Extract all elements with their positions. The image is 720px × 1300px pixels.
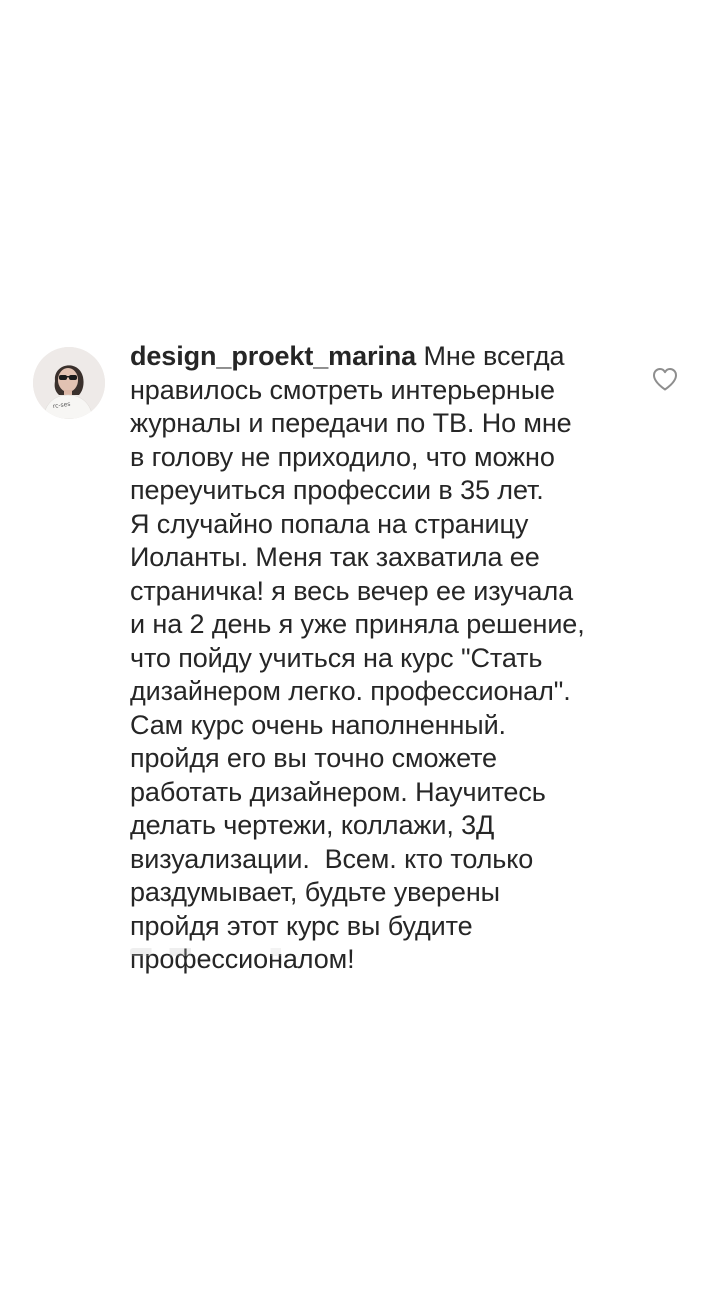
comment-text: design_proekt_marina Мне всегда нравилос… [130, 340, 610, 977]
comment-line: Сам курс очень наполненный. [130, 709, 506, 740]
heart-outline-icon [653, 368, 677, 391]
comment-line: нравилось смотреть интерьерные [130, 374, 555, 405]
comment-line: раздумывает, будьте уверены [130, 877, 500, 907]
comment-line: Я случайно попала на страницу [130, 508, 529, 539]
avatar-photo: rc-ses [33, 347, 105, 419]
comment-line-text: Мне всегда [423, 341, 565, 371]
comment-line: переучиться профессии в 35 лет. [130, 475, 544, 505]
comment-line: и на 2 день я уже приняла решение, [130, 609, 585, 639]
comment-meta-faded [130, 948, 310, 956]
comment-line: пройдя этот курс вы будите [130, 910, 473, 941]
avatar[interactable]: rc-ses [33, 347, 105, 419]
comment-line: пройдя его вы точно сможете [130, 743, 497, 773]
comment-line: Иоланты. Меня так захватила ее [130, 542, 540, 572]
comment-line: что пойду учиться на курс "Стать [130, 642, 543, 673]
comment-item: rc-ses design_proekt_marina Мне всегда н… [33, 340, 693, 980]
comment-line: design_proekt_marina Мне всегда [130, 340, 610, 374]
comment-line: страничка! я весь вечер ее изучала [130, 575, 574, 606]
comment-line: дизайнером легко. профессионал". [130, 676, 571, 706]
like-button[interactable] [651, 366, 679, 392]
comment-line: делать чертежи, коллажи, 3Д [130, 810, 495, 840]
comment-line: визуализации. Всем. кто только [130, 843, 534, 874]
comment-line: работать дизайнером. Научитесь [130, 776, 546, 807]
comment-line: в голову не приходило, что можно [130, 441, 555, 472]
username-link[interactable]: design_proekt_marina [130, 341, 416, 371]
comment-line: журналы и передачи по ТВ. Но мне [130, 408, 572, 438]
